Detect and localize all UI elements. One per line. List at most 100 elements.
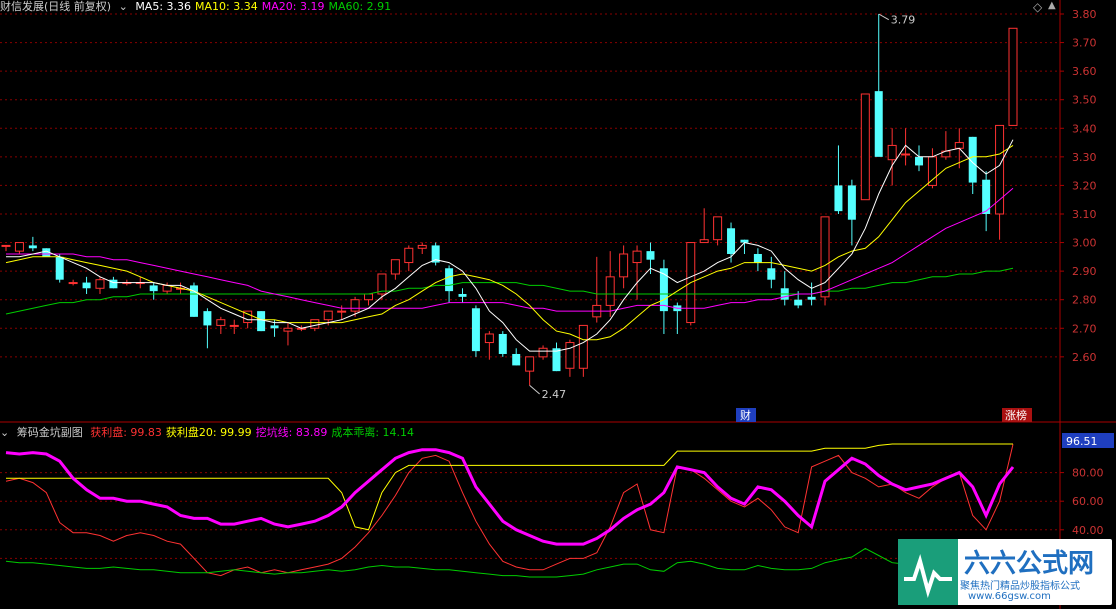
indicator-title[interactable]: 筹码金坑副图 <box>17 426 83 439</box>
indicator-header: ⌄ 筹码金坑副图 获利盘: 99.83 获利盘20: 99.99 挖坑线: 83.8… <box>0 426 422 440</box>
candle-body <box>28 245 37 249</box>
candle-body <box>565 342 575 369</box>
candle-body <box>605 276 615 306</box>
indicator-header-item: 获利盘: 99.83 <box>90 426 162 439</box>
candle-body <box>364 293 374 301</box>
price-tick-label: 3.00 <box>1072 237 1097 250</box>
candle-body <box>887 144 897 161</box>
candle-body <box>646 251 655 260</box>
price-tick-label: 3.40 <box>1072 122 1097 135</box>
candle-body <box>323 310 333 321</box>
indicator-header-item: 获利盘20: 99.99 <box>165 426 252 439</box>
diamond-icon[interactable]: ◇ <box>1033 0 1042 14</box>
candle-body <box>552 348 561 372</box>
site-watermark: 六六公式网 聚焦热门精品炒股指标公式 www.66gsw.com <box>898 539 1112 605</box>
scroll-up-icon[interactable]: ▲ <box>1048 0 1056 11</box>
candle-body <box>995 124 1005 215</box>
candle-body <box>847 185 856 220</box>
candle-body <box>1 244 11 247</box>
price-tick-label: 3.30 <box>1072 151 1097 164</box>
candle-body <box>310 319 320 329</box>
price-tick-label: 3.80 <box>1072 8 1097 21</box>
price-header-item: MA20: 3.19 <box>261 0 325 13</box>
indicator-line <box>5 547 1014 578</box>
candle-body <box>901 153 911 156</box>
candlestick-series <box>1 14 1018 386</box>
candle-body <box>149 285 158 292</box>
price-tick-label: 3.10 <box>1072 208 1097 221</box>
candle-body <box>874 91 883 157</box>
candle-body <box>283 327 293 332</box>
price-axis: 3.80 3.70 3.60 3.50 3.40 3.30 3.20 3.10 3.00 2.90… <box>1060 8 1097 364</box>
candle-body <box>954 142 964 149</box>
indicator-tick-label: 40.00 <box>1072 524 1104 537</box>
watermark-title: 六六公式网 <box>964 549 1095 579</box>
candle-body <box>525 356 535 372</box>
candle-body <box>807 296 816 300</box>
candle-body <box>834 185 843 212</box>
indicator-lines <box>5 443 1015 578</box>
candle-body <box>55 256 64 280</box>
candle-body <box>203 311 212 326</box>
indicator-tick-label: 60.00 <box>1072 495 1104 508</box>
price-tick-label: 2.90 <box>1072 265 1097 278</box>
price-header: 财信发展(日线 前复权) ⌄ MA5: 3.36 MA10: 3.34 MA20: … <box>0 0 399 14</box>
price-header-item: MA10: 3.34 <box>195 0 258 13</box>
candle-body <box>82 282 91 289</box>
indicator-line <box>6 443 1013 531</box>
candle-body <box>699 239 709 244</box>
candle-body <box>270 325 279 329</box>
candle-body <box>727 228 736 254</box>
price-tick-label: 2.80 <box>1072 294 1097 307</box>
price-grid <box>0 0 1116 609</box>
candle-body <box>659 268 668 312</box>
candle-body <box>713 216 723 241</box>
ma20-line <box>6 187 1014 312</box>
chevron-down-icon[interactable]: ⌄ <box>0 426 9 439</box>
high-marker <box>878 13 889 21</box>
watermark-url: www.66gsw.com <box>968 591 1051 602</box>
watermark-subtitle: 聚焦热门精品炒股指标公式 <box>960 581 1080 592</box>
candle-body <box>458 293 467 297</box>
candle-body <box>445 268 454 292</box>
chevron-down-icon[interactable]: ⌄ <box>119 0 128 13</box>
price-tick-label: 2.70 <box>1072 322 1097 335</box>
indicator-tick-label: 80.00 <box>1072 467 1104 480</box>
candle-body <box>471 308 480 352</box>
indicator-header-item: 挖坑线: 83.89 <box>255 426 328 439</box>
current-value-label: 96.51 <box>1066 435 1098 448</box>
candle-body <box>14 242 24 252</box>
candle-body <box>538 347 548 358</box>
candle-body <box>257 311 266 332</box>
candle-body <box>512 353 521 366</box>
price-chart-title[interactable]: 财信发展(日线 前复权) <box>0 0 111 13</box>
candle-body <box>95 279 105 289</box>
candle-body <box>860 93 870 201</box>
candle-body <box>794 299 803 306</box>
candle-body <box>417 244 427 249</box>
candle-body <box>404 247 414 264</box>
candle-body <box>820 216 830 298</box>
candle-body <box>498 333 507 354</box>
candle-body <box>337 310 347 313</box>
logo-icon <box>898 539 958 605</box>
candle-body <box>767 268 776 280</box>
indicator-header-item: 成本乖离: 14.14 <box>331 426 415 439</box>
candle-body <box>390 259 400 275</box>
price-tick-label: 3.60 <box>1072 65 1097 78</box>
stock-chart-window: 3.80 3.70 3.60 3.50 3.40 3.30 3.20 3.10 3.00 2.90… <box>0 0 1116 609</box>
candle-body <box>927 156 937 186</box>
candle-body <box>619 253 629 278</box>
candle-body <box>753 253 762 263</box>
price-tick-label: 3.20 <box>1072 179 1097 192</box>
candle-body <box>1008 27 1018 126</box>
candle-body <box>484 333 494 344</box>
low-marker <box>529 385 540 395</box>
event-tag-zhangbang-label: 涨榜 <box>1005 408 1027 422</box>
candle-body <box>229 324 239 327</box>
candle-body <box>350 299 360 312</box>
candle-body <box>915 156 924 166</box>
low-price-label: 2.47 <box>542 388 567 401</box>
candle-body <box>216 319 226 326</box>
price-tick-label: 3.70 <box>1072 37 1097 50</box>
